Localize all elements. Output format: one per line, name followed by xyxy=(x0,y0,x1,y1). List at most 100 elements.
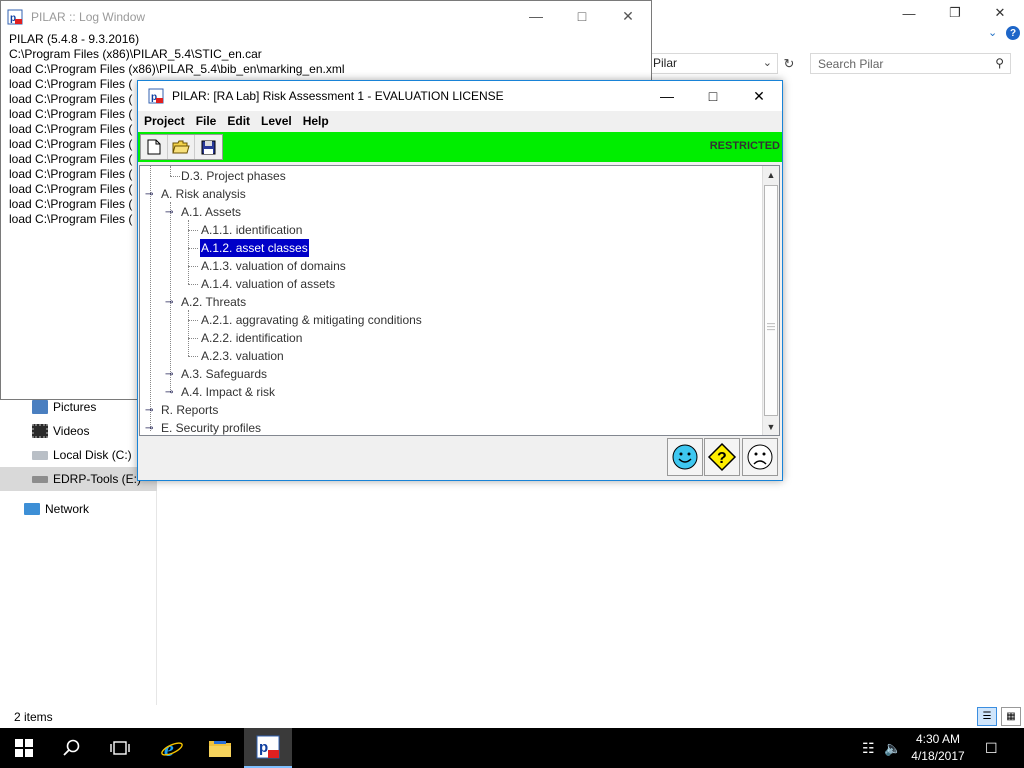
chevron-down-icon[interactable]: ⌄ xyxy=(988,26,997,39)
menu-edit[interactable]: Edit xyxy=(227,114,250,128)
svg-text:?: ? xyxy=(717,450,727,467)
scroll-down-icon[interactable]: ▼ xyxy=(763,418,779,435)
toggle-threats[interactable]: ⊸ xyxy=(165,298,173,308)
large-icons-view-icon[interactable]: ▦ xyxy=(1001,707,1021,726)
happy-face-icon xyxy=(672,444,698,470)
question-diamond-icon: ? xyxy=(707,442,737,472)
toggle-impact-risk[interactable]: ⊸ xyxy=(165,388,173,398)
tree-item[interactable]: A.1. Assets xyxy=(180,203,242,221)
question-button[interactable]: ? xyxy=(704,438,740,476)
scroll-up-icon[interactable]: ▲ xyxy=(763,166,779,183)
menu-level[interactable]: Level xyxy=(261,114,292,128)
toggle-risk-analysis[interactable]: ⊸ xyxy=(145,190,153,200)
address-value: Pilar xyxy=(653,56,678,70)
explorer-restore-button[interactable]: ❐ xyxy=(932,2,978,24)
taskbar: e p ☷ 🔈 4:30 AM 4/18/2017 ☐ xyxy=(0,728,1024,768)
explorer-close-button[interactable]: ✕ xyxy=(977,2,1023,24)
search-input[interactable]: Search Pilar ⚲ xyxy=(810,53,1011,74)
search-button[interactable] xyxy=(48,728,96,768)
tree-item[interactable]: E. Security profiles xyxy=(160,419,262,435)
toggle-safeguards[interactable]: ⊸ xyxy=(165,370,173,380)
start-button[interactable] xyxy=(0,728,48,768)
log-window-title: PILAR :: Log Window xyxy=(31,9,146,24)
windows-logo-icon xyxy=(15,739,33,757)
new-file-icon xyxy=(147,139,161,155)
main-maximize-button[interactable]: □ xyxy=(690,81,736,111)
tree-item[interactable]: A.1.4. valuation of assets xyxy=(200,275,336,293)
clock-date: 4/18/2017 xyxy=(911,749,965,763)
network-tray-icon[interactable]: ☷ xyxy=(862,740,875,757)
restricted-badge: RESTRICTED xyxy=(709,140,780,152)
refresh-icon[interactable]: ↻ xyxy=(780,53,798,74)
explorer-minimize-button[interactable]: — xyxy=(886,2,932,24)
sad-face-button[interactable] xyxy=(742,438,778,476)
search-icon xyxy=(63,739,80,756)
menu-project[interactable]: Project xyxy=(144,114,185,128)
tree-item[interactable]: A.4. Impact & risk xyxy=(180,383,276,401)
menu-file[interactable]: File xyxy=(196,114,217,128)
address-bar[interactable]: Pilar ⌄ xyxy=(648,53,778,74)
pilar-main-window: p PILAR: [RA Lab] Risk Assessment 1 - EV… xyxy=(137,80,783,481)
nav-item-label: Videos xyxy=(53,424,90,438)
tree-item[interactable]: A.2.1. aggravating & mitigating conditio… xyxy=(200,311,423,329)
happy-face-button[interactable] xyxy=(667,438,703,476)
new-file-button[interactable] xyxy=(141,135,168,159)
clock[interactable]: 4:30 AM 4/18/2017 xyxy=(904,731,972,765)
chevron-down-icon[interactable]: ⌄ xyxy=(763,56,772,69)
volume-muted-icon[interactable]: 🔈 xyxy=(884,740,901,757)
save-disk-icon xyxy=(201,140,216,154)
folder-icon xyxy=(209,741,231,757)
tree-item[interactable]: A.2. Threats xyxy=(180,293,247,311)
tree-item[interactable]: A.2.2. identification xyxy=(200,329,303,347)
nav-item-local-disk[interactable]: Local Disk (C:) xyxy=(0,443,157,467)
main-minimize-button[interactable]: — xyxy=(644,81,690,111)
toggle-reports[interactable]: ⊸ xyxy=(145,406,153,416)
details-view-icon[interactable]: ☰ xyxy=(977,707,997,726)
nav-item-videos[interactable]: Videos xyxy=(0,419,157,443)
tree-item[interactable]: A.3. Safeguards xyxy=(180,365,268,383)
tree-scrollbar[interactable]: ▲ — — — ▼ xyxy=(762,166,779,435)
scrollbar-thumb[interactable] xyxy=(764,185,778,416)
nav-item-label: Local Disk (C:) xyxy=(53,448,132,462)
clock-time: 4:30 AM xyxy=(915,732,961,746)
status-bar-item-count: 2 items xyxy=(14,710,53,724)
tree-item[interactable]: A.1.3. valuation of domains xyxy=(200,257,347,275)
tree-item[interactable]: D.3. Project phases xyxy=(180,167,287,185)
taskbar-internet-explorer[interactable]: e xyxy=(148,728,196,768)
toggle-security-profiles[interactable]: ⊸ xyxy=(145,424,153,434)
tree-item-selected[interactable]: A.1.2. asset classes xyxy=(200,239,309,257)
log-line: load C:\Program Files (x86)\PILAR_5.4\bi… xyxy=(9,62,345,76)
nav-item-label: Pictures xyxy=(53,400,97,414)
toggle-assets[interactable]: ⊸ xyxy=(165,208,173,218)
taskbar-pilar[interactable]: p xyxy=(244,728,292,768)
svg-text:p: p xyxy=(259,739,268,756)
log-close-button[interactable]: ✕ xyxy=(605,1,651,31)
open-folder-icon xyxy=(172,140,190,154)
tree-item[interactable]: A.2.3. valuation xyxy=(200,347,285,365)
help-icon[interactable]: ? xyxy=(1006,26,1020,40)
menu-help[interactable]: Help xyxy=(303,114,329,128)
search-placeholder: Search Pilar xyxy=(818,57,884,71)
taskbar-file-explorer[interactable] xyxy=(196,728,244,768)
main-close-button[interactable]: ✕ xyxy=(736,81,782,111)
toolbar: RESTRICTED xyxy=(138,132,782,162)
tree-item[interactable]: A.1.1. identification xyxy=(200,221,303,239)
search-icon[interactable]: ⚲ xyxy=(995,56,1004,70)
tree-view: ⊸ ⊸ ⊸ ⊸ ⊸ ⊸ ⊸ D.3. Project phases A. Ris… xyxy=(139,165,780,436)
nav-item-network[interactable]: Network xyxy=(0,497,157,521)
tree-item[interactable]: R. Reports xyxy=(160,401,219,419)
log-line: C:\Program Files (x86)\PILAR_5.4\STIC_en… xyxy=(9,47,262,61)
nav-item-edrp-tools[interactable]: EDRP-Tools (E:) xyxy=(0,467,157,491)
pictures-folder-icon xyxy=(32,400,48,414)
log-maximize-button[interactable]: □ xyxy=(559,1,605,31)
pilar-app-icon: p xyxy=(256,735,280,759)
task-view-button[interactable] xyxy=(96,728,144,768)
notifications-icon[interactable]: ☐ xyxy=(985,740,998,757)
sad-face-icon xyxy=(747,444,773,470)
network-icon xyxy=(24,503,40,515)
videos-folder-icon xyxy=(32,424,48,438)
save-button[interactable] xyxy=(195,135,222,159)
log-minimize-button[interactable]: — xyxy=(513,1,559,31)
tree-item[interactable]: A. Risk analysis xyxy=(160,185,247,203)
open-folder-button[interactable] xyxy=(168,135,195,159)
